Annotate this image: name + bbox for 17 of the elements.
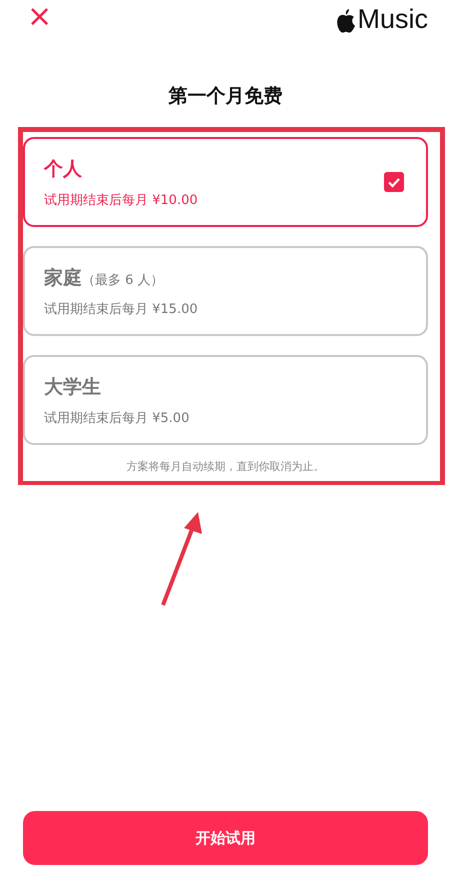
plan-option[interactable]: 个人 试用期结束后每月 ¥10.00 [23, 137, 428, 227]
renewal-note: 方案将每月自动续期，直到你取消为止。 [126, 459, 326, 474]
plan-option[interactable]: 家庭（最多 6 人） 试用期结束后每月 ¥15.00 [23, 246, 428, 336]
plan-name: 大学生 [44, 374, 101, 400]
plan-option[interactable]: 大学生 试用期结束后每月 ¥5.00 [23, 355, 428, 445]
plan-price: 试用期结束后每月 ¥15.00 [44, 300, 198, 318]
plan-price: 试用期结束后每月 ¥10.00 [44, 192, 198, 208]
logo-icon [336, 8, 356, 32]
plan-note: （最多 6 人） [82, 272, 164, 288]
start-trial-button[interactable]: 开始试用 [23, 811, 428, 865]
brand-name: Music [357, 6, 428, 32]
plan-name: 家庭 [44, 266, 82, 290]
plan-price: 试用期结束后每月 ¥5.00 [44, 410, 190, 426]
checkbox-icon [384, 172, 404, 192]
page-title: 第一个月免费 [168, 84, 284, 109]
plan-name: 个人 [44, 156, 82, 182]
close-button[interactable]: × [23, 2, 56, 32]
